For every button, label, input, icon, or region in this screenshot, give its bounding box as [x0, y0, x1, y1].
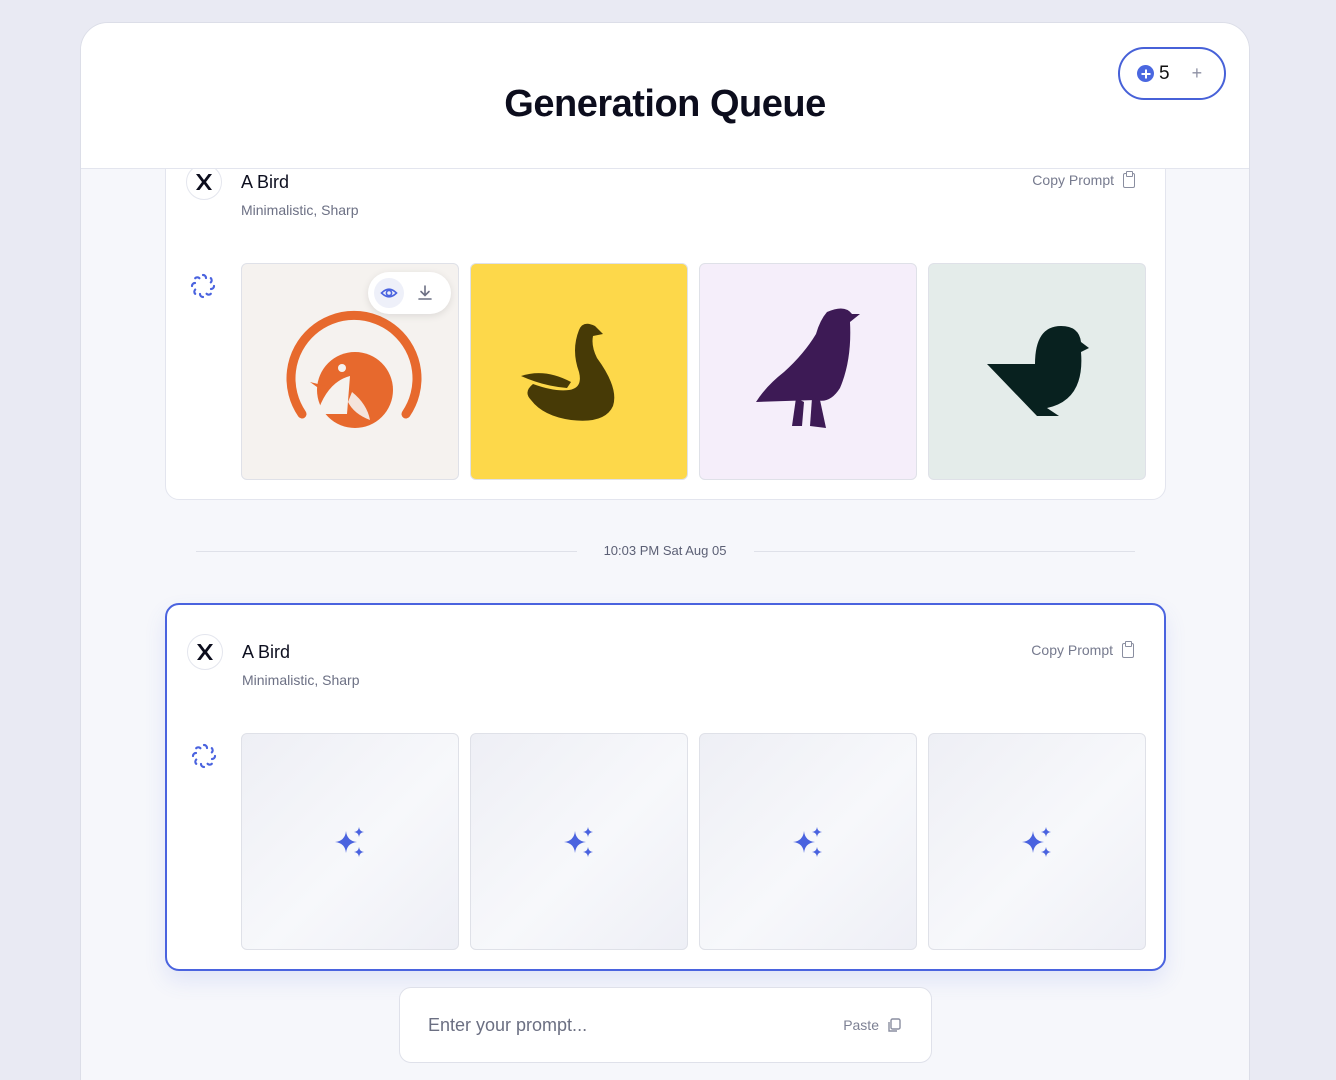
image-placeholder-4: [928, 733, 1146, 950]
image-actions-toolbar: [368, 272, 451, 314]
credits-count: 5: [1159, 62, 1170, 84]
clipboard-icon: [1123, 170, 1135, 188]
copy-prompt-button[interactable]: Copy Prompt: [1031, 640, 1134, 658]
prompt-bar: Paste: [399, 987, 932, 1063]
eye-icon: [380, 288, 398, 298]
clipboard-icon: [1122, 640, 1134, 658]
credit-coin-icon: [1137, 65, 1154, 82]
copy-prompt-label: Copy Prompt: [1032, 172, 1114, 188]
swan-logo-icon: [521, 323, 615, 421]
credits-pill: 5 +: [1118, 47, 1226, 100]
generation-status-icon: [190, 273, 216, 304]
image-placeholder-2: [470, 733, 688, 950]
prompt-input[interactable]: [428, 1014, 808, 1036]
model-logo-icon: [186, 164, 222, 200]
image-placeholder-1: [241, 733, 459, 950]
generated-image-3[interactable]: [699, 263, 917, 480]
prompt-tags: Minimalistic, Sharp: [242, 672, 360, 688]
loading-spinner-icon: [191, 743, 217, 774]
prompt-title: A Bird: [242, 642, 291, 662]
queue-item-completed: A Bird Minimalistic, Sharp Copy Prompt: [165, 123, 1166, 500]
download-button[interactable]: [410, 278, 440, 308]
generated-image-4[interactable]: [928, 263, 1146, 480]
copy-prompt-button[interactable]: Copy Prompt: [1032, 170, 1135, 188]
page-title: Generation Queue: [504, 83, 826, 125]
paste-label: Paste: [843, 1017, 879, 1033]
dove-logo-icon: [987, 326, 1089, 416]
generated-image-1[interactable]: [241, 263, 459, 480]
crow-logo-icon: [756, 308, 860, 428]
sparkles-icon: [793, 826, 822, 857]
copy-icon: [888, 1017, 901, 1032]
prompt-title: A Bird: [241, 172, 290, 192]
download-icon: [418, 285, 432, 300]
copy-prompt-label: Copy Prompt: [1031, 642, 1113, 658]
model-logo-icon: [187, 634, 223, 670]
add-credits-button[interactable]: +: [1192, 63, 1203, 84]
queue-timestamp: 10:03 PM Sat Aug 05: [603, 543, 727, 558]
sparkles-icon: [564, 826, 593, 857]
prompt-tags: Minimalistic, Sharp: [241, 202, 359, 218]
page-header: Generation Queue 5 +: [81, 23, 1249, 169]
sparkles-icon: [1022, 826, 1051, 857]
generation-panel: A Bird Minimalistic, Sharp Copy Prompt 1…: [80, 22, 1250, 1080]
image-placeholder-3: [699, 733, 917, 950]
generated-image-2[interactable]: [470, 263, 688, 480]
paste-button[interactable]: Paste: [843, 1017, 901, 1033]
queue-item-generating: A Bird Minimalistic, Sharp Copy Prompt: [165, 603, 1166, 971]
sparkles-icon: [335, 826, 364, 857]
preview-button[interactable]: [374, 278, 404, 308]
